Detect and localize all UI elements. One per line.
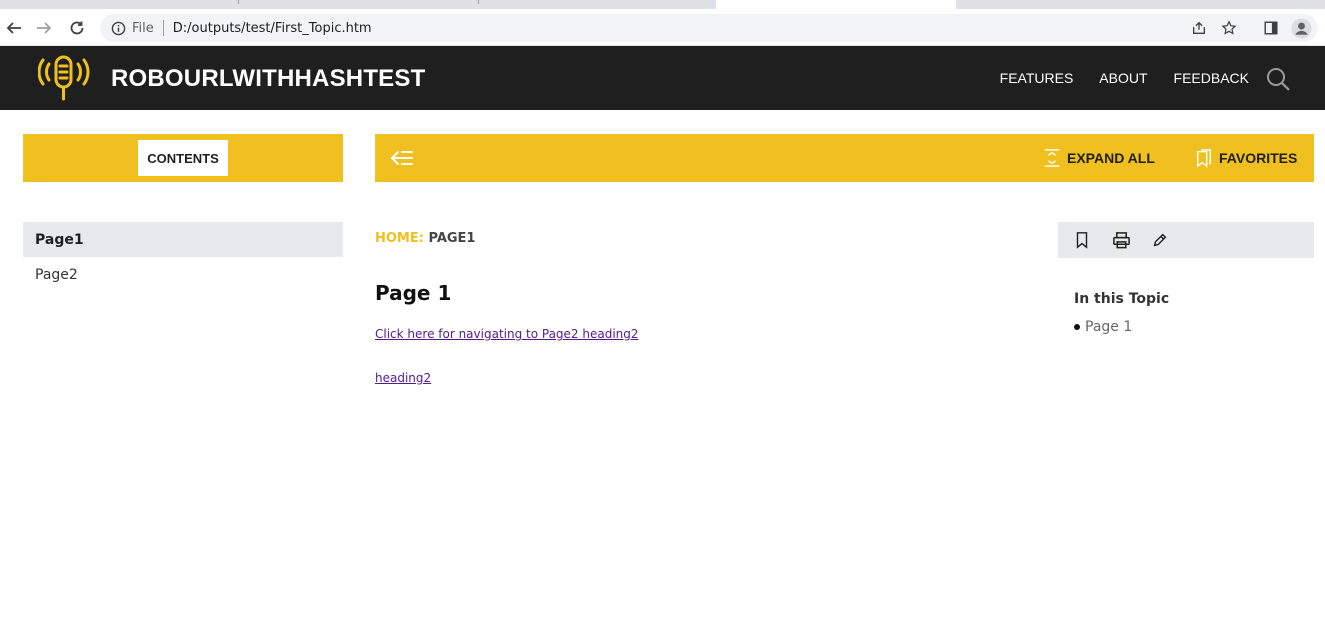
topic-tools-bar (1058, 222, 1314, 258)
back-arrow-icon (6, 22, 21, 34)
address-divider (162, 20, 164, 36)
in-topic-item[interactable]: Page 1 (1074, 319, 1132, 335)
reload-icon (70, 21, 84, 35)
browser-toolbar: File D:/outputs/test/First_Topic.htm (0, 9, 1325, 46)
star-icon[interactable] (1214, 14, 1244, 42)
collapse-sidebar-icon[interactable] (390, 147, 414, 169)
site-title[interactable]: ROBOURLWITHHASHTEST (111, 65, 425, 93)
reload-button[interactable] (64, 15, 90, 41)
expand-icon (1044, 149, 1060, 167)
back-button[interactable] (1, 15, 27, 41)
header-nav: FEATURES ABOUT FEEDBACK (1000, 70, 1249, 86)
favorites-label: FAVORITES (1219, 150, 1298, 166)
url-text[interactable]: D:/outputs/test/First_Topic.htm (173, 21, 372, 36)
in-this-topic-list: Page 1 (1074, 319, 1132, 335)
toc-item-page1[interactable]: Page1 (23, 222, 343, 257)
nav-feedback-link[interactable]: FEEDBACK (1174, 70, 1249, 86)
tab-separator (238, 0, 239, 4)
edit-icon[interactable] (1150, 230, 1170, 250)
page2-heading2-link[interactable]: Click here for navigating to Page2 headi… (375, 327, 639, 341)
forward-arrow-icon (37, 22, 52, 34)
search-icon[interactable] (1265, 66, 1291, 92)
toc-item-page2[interactable]: Page2 (23, 257, 343, 292)
podcast-mic-logo-icon[interactable] (37, 54, 90, 102)
table-of-contents: Page1 Page2 (23, 222, 343, 292)
heading2-link[interactable]: heading2 (375, 371, 431, 385)
print-icon[interactable] (1111, 230, 1131, 250)
tab-separator (478, 0, 479, 4)
nav-features-link[interactable]: FEATURES (1000, 70, 1074, 86)
bullet-icon (1074, 324, 1080, 330)
bookmark-icon[interactable] (1072, 230, 1092, 250)
breadcrumb-current: PAGE1 (428, 231, 476, 246)
expand-all-button[interactable]: EXPAND ALL (1043, 147, 1155, 169)
breadcrumb: HOME: PAGE1 (375, 231, 475, 246)
favorites-bookmark-icon (1196, 149, 1212, 168)
address-bar[interactable]: File D:/outputs/test/First_Topic.htm (100, 14, 1318, 42)
site-info-icon[interactable] (110, 20, 126, 36)
favorites-button[interactable]: FAVORITES (1195, 147, 1297, 169)
browser-tabstrip (0, 0, 1325, 9)
contents-button[interactable]: CONTENTS (138, 140, 228, 176)
active-tab[interactable] (716, 0, 956, 9)
contents-bar: CONTENTS (23, 134, 343, 182)
site-header: ROBOURLWITHHASHTEST FEATURES ABOUT FEEDB… (0, 46, 1325, 110)
browser-actions (1256, 14, 1316, 42)
in-this-topic-heading: In this Topic (1074, 291, 1170, 307)
page-title: Page 1 (375, 281, 452, 305)
topic-action-bar: EXPAND ALL FAVORITES (375, 134, 1314, 182)
forward-button[interactable] (31, 15, 57, 41)
nav-about-link[interactable]: ABOUT (1099, 70, 1147, 86)
expand-all-label: EXPAND ALL (1067, 150, 1155, 166)
side-panel-icon[interactable] (1256, 14, 1286, 42)
address-bar-actions (1184, 14, 1244, 42)
in-topic-item-label: Page 1 (1085, 319, 1133, 335)
breadcrumb-home-link[interactable]: HOME: (375, 231, 424, 246)
profile-avatar-icon[interactable] (1286, 14, 1316, 42)
file-scheme-label: File (132, 20, 154, 36)
share-icon[interactable] (1184, 14, 1214, 42)
